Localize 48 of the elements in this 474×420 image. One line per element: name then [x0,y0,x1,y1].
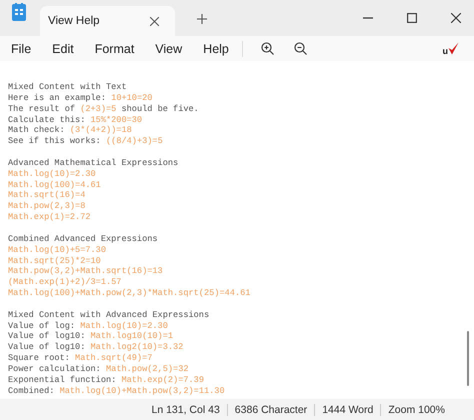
formula-text: Math.log(100)=4.61 [8,180,101,190]
maximize-icon[interactable] [407,13,417,23]
heading-text: Advanced Mathematical Expressions [8,158,178,168]
notepad-icon [12,3,26,21]
text-line: Combined: Math.log(10)+Math.pow(3,2)=11.30 [8,386,225,396]
formula-text: Math.sqrt(16)=4 [8,190,86,200]
text-line: Square root: Math.sqrt(49)=7 [8,353,152,364]
status-item: Zoom 100% [387,404,446,416]
status-item: Ln 131, Col 43 [150,404,221,416]
status-item: 6386 Character [234,404,308,416]
formula-text: Math.log(100)+Math.pow(2,3)*Math.sqrt(25)=44.61 [8,288,250,298]
tab-title: View Help [48,15,100,27]
menu-item[interactable]: Edit [52,42,74,56]
menu-item[interactable]: Help [203,42,229,56]
heading-text: Mixed Content with Text [8,82,127,92]
new-tab-icon[interactable] [196,14,207,24]
menu-item[interactable]: View [155,42,182,56]
scrollbar-thumb[interactable] [467,331,469,386]
text-line: See if this works: ((8/4)+3)=5 [8,136,163,146]
menu-item[interactable]: Format [94,42,134,56]
text-line: Value of log10: Math.log10(10)=1 [8,331,174,342]
close-tab-icon[interactable] [150,16,159,26]
zoom-out-icon[interactable] [294,42,307,55]
text-line: Calculate this: 15%*200=30 [8,114,142,125]
formula-text: Math.pow(2,3)=8 [8,201,86,212]
text-line: The result of (2+3)=5 should be five. [8,104,199,114]
heading-text: Mixed Content with Advanced Expressions [8,310,210,320]
text-line: Math check: (3*(4+2))=18 [8,125,132,136]
close-icon[interactable] [451,13,461,23]
logo-letter: u [442,46,448,56]
formula-text: Math.log(10)+5=7.30 [8,244,106,255]
text-line: Here is an example: 10+10=20 [8,92,152,103]
text-line: Value of log10: Math.log2(10)=3.32 [8,342,184,352]
text-line: Value of log: Math.log(10)=2.30 [8,320,168,331]
formula-text: Math.exp(1)=2.72 [8,212,91,222]
menu-item[interactable]: File [11,42,32,56]
status-item: 1444 Word [321,404,374,416]
heading-text: Combined Advanced Expressions [8,234,158,244]
formula-text: (Math.exp(1)+2)/3=1.57 [8,277,122,288]
text-line: Power calculation: Math.pow(2,5)=32 [8,364,189,374]
formula-text: Math.pow(3,2)+Math.sqrt(16)=13 [8,266,163,276]
formula-text: Math.sqrt(25)*2=10 [8,256,101,266]
minimize-icon[interactable] [363,17,373,19]
formula-text: Math.log(10)=2.30 [8,168,96,179]
zoom-in-icon[interactable] [260,42,274,55]
tab[interactable]: View Help [40,6,175,36]
check-mark-icon [448,42,459,55]
text-line: Exponential function: Math.exp(2)=7.39 [8,374,204,385]
